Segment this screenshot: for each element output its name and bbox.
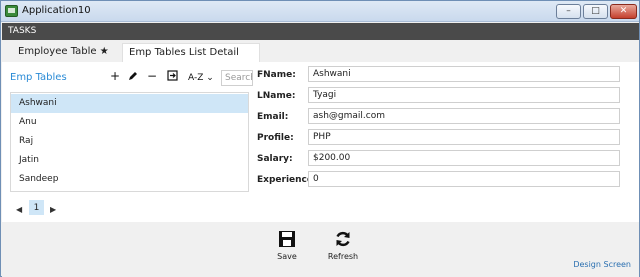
- minimize-icon: –: [566, 6, 571, 16]
- prev-page-icon[interactable]: ◀: [16, 205, 22, 214]
- close-icon: ✕: [619, 6, 628, 16]
- list-header: Emp Tables: [10, 72, 67, 83]
- list-item[interactable]: Raj: [11, 132, 248, 151]
- add-icon[interactable]: +: [110, 70, 120, 82]
- export-icon[interactable]: [167, 70, 178, 83]
- save-icon: [279, 231, 295, 247]
- email-label: Email:: [257, 112, 289, 122]
- profile-label: Profile:: [257, 133, 294, 143]
- lname-field[interactable]: Tyagi: [308, 87, 620, 103]
- design-screen-link[interactable]: Design Screen: [573, 260, 631, 269]
- window-title: Application10: [22, 5, 91, 16]
- delete-icon[interactable]: −: [147, 70, 157, 82]
- email-field[interactable]: ash@gmail.com: [308, 108, 620, 124]
- list-item[interactable]: Ashwani: [11, 94, 248, 113]
- tab-employee-table[interactable]: Employee Table ★: [12, 43, 115, 62]
- maximize-icon: □: [591, 6, 600, 16]
- title-bar[interactable]: Application10 – □ ✕: [1, 1, 639, 22]
- minimize-button[interactable]: –: [556, 4, 581, 19]
- sort-dropdown[interactable]: A-Z ⌄: [188, 73, 214, 83]
- maximize-button[interactable]: □: [583, 4, 608, 19]
- refresh-icon: [336, 231, 350, 247]
- save-button[interactable]: Save: [262, 230, 312, 261]
- fname-label: FName:: [257, 70, 296, 80]
- save-label: Save: [277, 252, 297, 261]
- lname-label: LName:: [257, 91, 296, 101]
- tab-emp-tables-list-detail[interactable]: Emp Tables List Detail: [122, 43, 260, 62]
- profile-field[interactable]: PHP: [308, 129, 620, 145]
- list-item[interactable]: Sandeep: [11, 170, 248, 189]
- fname-field[interactable]: Ashwani: [308, 66, 620, 82]
- close-button[interactable]: ✕: [610, 4, 637, 19]
- edit-icon[interactable]: [128, 70, 138, 83]
- salary-label: Salary:: [257, 154, 293, 164]
- search-input[interactable]: Search: [221, 70, 253, 86]
- tasks-bar: TASKS: [2, 23, 639, 40]
- employee-list: Ashwani Anu Raj Jatin Sandeep: [10, 92, 249, 192]
- refresh-label: Refresh: [327, 252, 359, 261]
- next-page-icon[interactable]: ▶: [50, 205, 56, 214]
- app-icon: [5, 5, 18, 17]
- action-bar: Save Refresh Design Screen: [2, 222, 639, 277]
- list-item[interactable]: Jatin: [11, 151, 248, 170]
- page-number[interactable]: 1: [29, 200, 44, 215]
- tasks-label: TASKS: [8, 26, 37, 36]
- salary-field[interactable]: $200.00: [308, 150, 620, 166]
- refresh-button[interactable]: Refresh: [318, 230, 368, 261]
- app-window: Application10 – □ ✕ TASKS Employee Table…: [0, 0, 640, 277]
- main-content: Emp Tables + − A-Z ⌄ Search Ashwani Anu …: [2, 62, 639, 222]
- tab-strip: Employee Table ★ Emp Tables List Detail: [2, 40, 639, 62]
- list-item[interactable]: Anu: [11, 113, 248, 132]
- experience-field[interactable]: 0: [308, 171, 620, 187]
